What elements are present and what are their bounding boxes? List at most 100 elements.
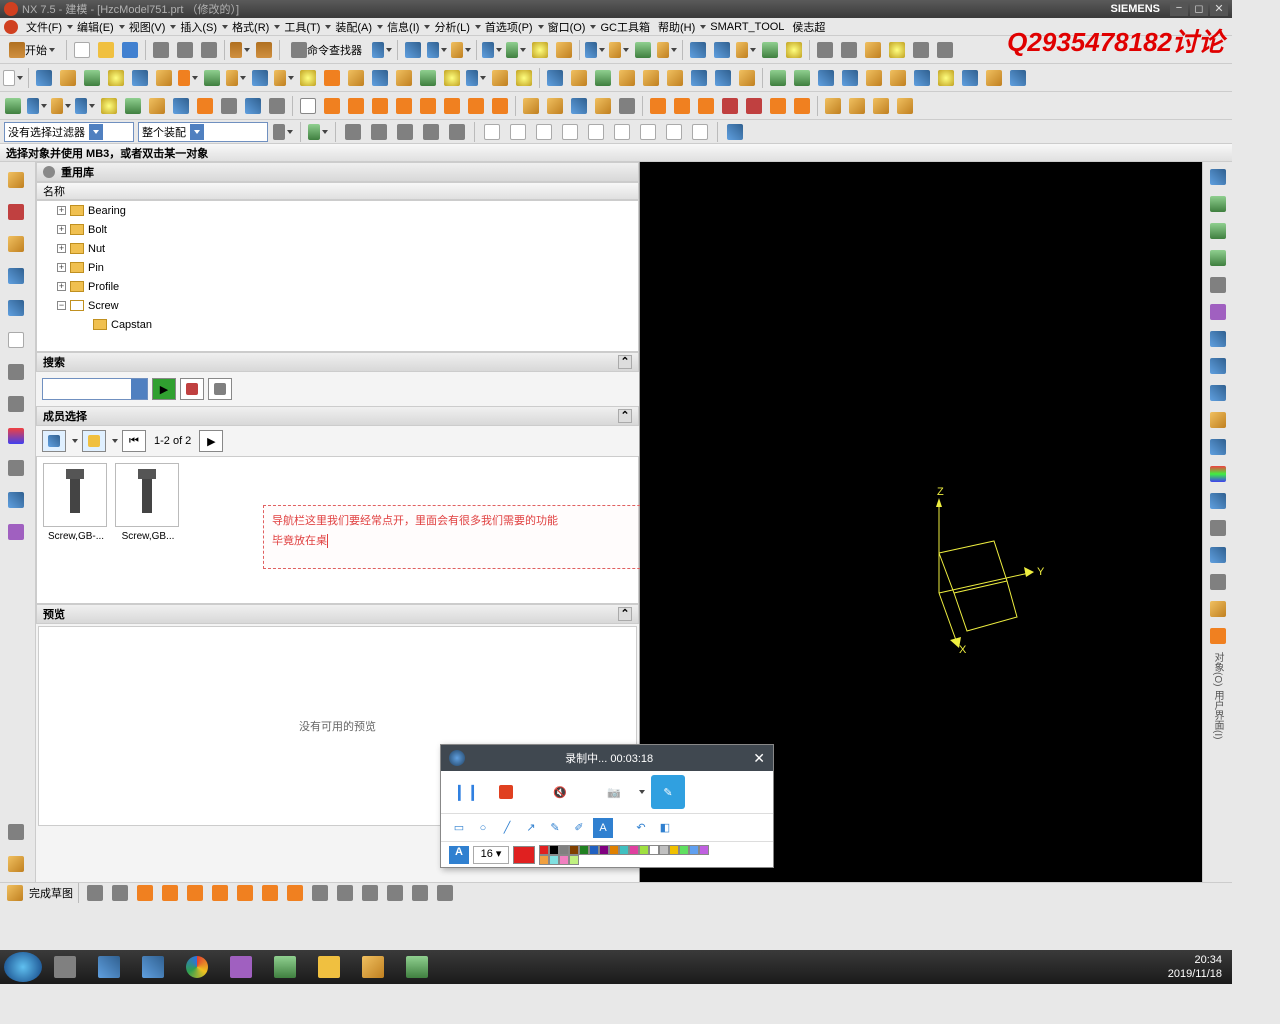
system-tray[interactable]: 20:34 2019/11/18 [1168,953,1228,982]
menu-view[interactable]: 视图(V) [125,19,170,35]
bb-7[interactable] [234,882,256,904]
nav-tab-6[interactable] [2,326,30,354]
tb1-g[interactable] [529,39,551,61]
palette-swatch[interactable] [569,855,579,865]
rnav-8[interactable] [1206,354,1230,378]
curve-5[interactable] [393,95,415,117]
search-clear-button[interactable] [180,378,204,400]
sketch-icon[interactable] [4,882,26,904]
mute-button[interactable]: 🔇 [543,775,577,809]
snap-8[interactable] [663,121,685,143]
rnav-9[interactable] [1206,381,1230,405]
new-doc-button[interactable] [71,39,93,61]
tb3-8[interactable] [194,95,216,117]
palette-swatch[interactable] [539,855,549,865]
menu-window[interactable]: 窗口(O) [544,19,590,35]
stop-button[interactable] [489,775,523,809]
current-color-swatch[interactable] [513,846,535,864]
tb2-6[interactable] [153,67,175,89]
curve-1[interactable] [297,95,319,117]
rnav-7[interactable] [1206,327,1230,351]
close-button[interactable]: ✕ [1210,2,1228,16]
bb-15[interactable] [434,882,456,904]
tb2-20[interactable] [489,67,511,89]
tb1-a[interactable] [371,39,393,61]
snap-3[interactable] [533,121,555,143]
nav-tab-7[interactable] [2,358,30,386]
minimize-button[interactable]: − [1170,2,1188,16]
tb1-q[interactable] [783,39,805,61]
nav-tab-1[interactable] [2,166,30,194]
nav-tab-13[interactable] [2,818,30,846]
rnav-15[interactable] [1206,543,1230,567]
task-vs[interactable] [220,953,262,981]
menu-file[interactable]: 文件(F) [22,19,66,35]
search-input[interactable] [42,378,148,400]
tb1-h[interactable] [553,39,575,61]
nav-tab-5[interactable] [2,294,30,322]
curve-4[interactable] [369,95,391,117]
font-size-box[interactable]: 16 ▾ [473,846,509,864]
tree-node-nut[interactable]: +Nut [37,239,638,258]
tree-node-screw[interactable]: −Screw [37,296,638,315]
tb2-25[interactable] [616,67,638,89]
snap-6[interactable] [611,121,633,143]
palette-swatch[interactable] [629,845,639,855]
save-button[interactable] [119,39,141,61]
tb2-4[interactable] [105,67,127,89]
tb3-35[interactable] [894,95,916,117]
tb2-40[interactable] [983,67,1005,89]
rnav-18[interactable] [1206,624,1230,648]
palette-swatch[interactable] [539,845,549,855]
nav-tab-11[interactable] [2,486,30,514]
curve-2[interactable] [321,95,343,117]
menu-edit[interactable]: 编辑(E) [73,19,118,35]
tb3-26[interactable] [671,95,693,117]
thumb-1[interactable]: Screw,GB-... [43,463,109,597]
palette-swatch[interactable] [609,845,619,855]
page-next-button[interactable]: ▶ [199,430,223,452]
rnav-16[interactable] [1206,570,1230,594]
rnav-4[interactable] [1206,246,1230,270]
task-wechat[interactable] [264,953,306,981]
tb2-11[interactable] [273,67,295,89]
tb1-p[interactable] [759,39,781,61]
menu-info[interactable]: 信息(I) [383,19,423,35]
snap-5[interactable] [585,121,607,143]
tb2-32[interactable] [791,67,813,89]
palette-swatch[interactable] [659,845,669,855]
tb3-20[interactable] [520,95,542,117]
collapse-member[interactable]: ⌃ [618,409,632,423]
tb3-25[interactable] [647,95,669,117]
tree-node-bearing[interactable]: +Bearing [37,201,638,220]
tool-pen[interactable]: ✎ [545,818,565,838]
tb2-8[interactable] [201,67,223,89]
palette-swatch[interactable] [619,845,629,855]
tb3-33[interactable] [846,95,868,117]
scope-combo[interactable]: 整个装配 [138,122,268,142]
redo-button[interactable] [253,39,275,61]
right-label-2[interactable]: 用户界面(I) [1210,690,1225,739]
task-app-2[interactable] [88,953,130,981]
start-button[interactable]: 开始 [2,39,62,61]
tb1-v[interactable] [910,39,932,61]
tb3-30[interactable] [767,95,789,117]
tb3-3[interactable] [74,95,96,117]
bb-4[interactable] [159,882,181,904]
bb-9[interactable] [284,882,306,904]
tb1-n[interactable] [711,39,733,61]
tb3-0[interactable] [2,95,24,117]
bb-12[interactable] [359,882,381,904]
palette-swatch[interactable] [579,845,589,855]
tb3-23[interactable] [592,95,614,117]
search-options-button[interactable] [208,378,232,400]
filt-c[interactable] [342,121,364,143]
tb2-15[interactable] [369,67,391,89]
right-label-1[interactable]: 对象(O) [1210,652,1225,686]
rnav-2[interactable] [1206,192,1230,216]
tb2-22[interactable] [544,67,566,89]
tool-circle[interactable]: ○ [473,818,493,838]
palette-swatch[interactable] [589,845,599,855]
collapse-preview[interactable]: ⌃ [618,607,632,621]
tb1-j[interactable] [608,39,630,61]
